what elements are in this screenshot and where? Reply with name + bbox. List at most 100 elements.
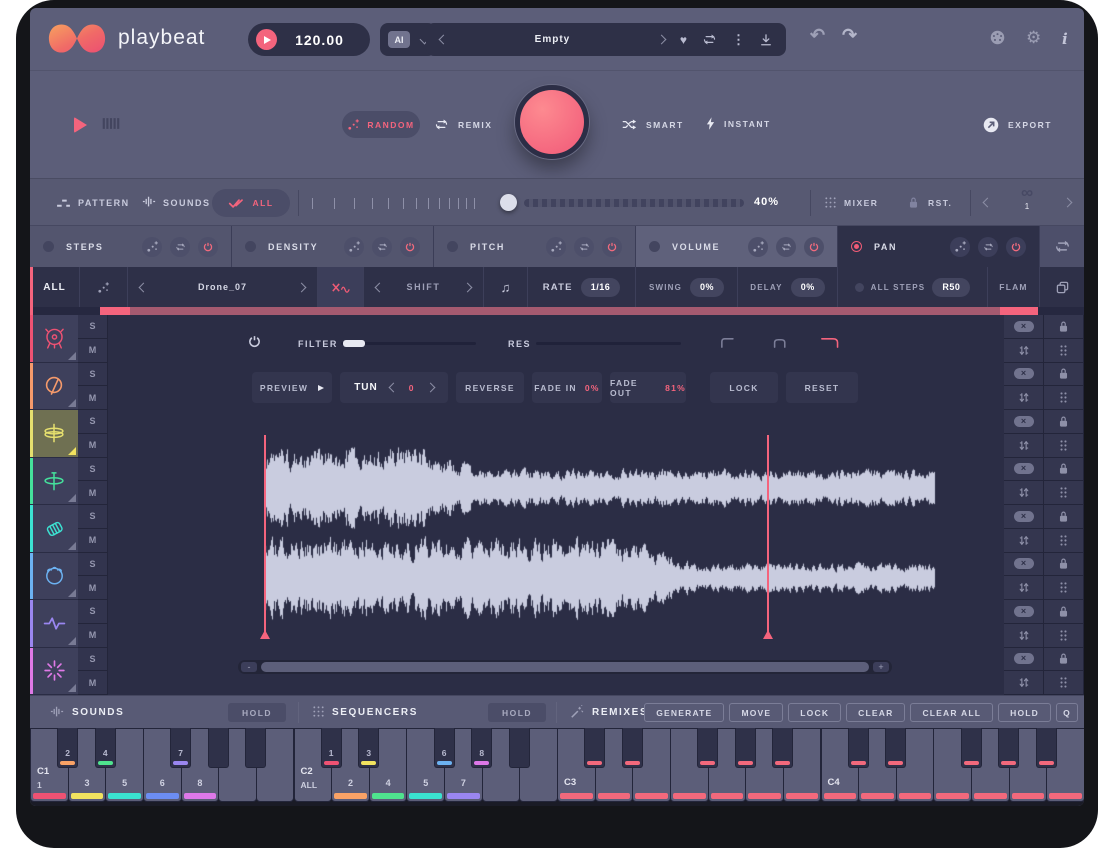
swing-value[interactable]: 0% <box>690 278 724 297</box>
bpm-value[interactable]: 120.00 <box>277 32 362 48</box>
preset-next-icon[interactable] <box>656 35 666 45</box>
solo-button-3[interactable]: S <box>78 410 108 434</box>
black-key[interactable] <box>245 728 266 768</box>
sort-sample-button-3[interactable] <box>1004 434 1044 458</box>
filter-slider[interactable] <box>341 342 476 345</box>
drag-handle-6[interactable] <box>1044 576 1084 600</box>
pattern-prev-icon[interactable] <box>983 198 993 208</box>
black-key[interactable] <box>1036 728 1057 768</box>
sample-start-marker[interactable] <box>264 435 266 637</box>
tab-steps[interactable]: STEPS <box>30 226 232 267</box>
tab-loop-icon[interactable] <box>776 237 796 257</box>
drag-handle-8[interactable] <box>1044 671 1084 695</box>
black-key[interactable]: 8 <box>471 728 492 768</box>
save-preset-icon[interactable] <box>760 34 772 46</box>
tab-power-icon[interactable] <box>400 237 420 257</box>
all-steps-dot[interactable] <box>855 283 864 292</box>
mute-button-3[interactable]: M <box>78 434 108 458</box>
tab-power-icon[interactable] <box>602 237 622 257</box>
black-key[interactable] <box>961 728 982 768</box>
clear-sample-button-4[interactable]: × <box>1004 458 1044 482</box>
sample-prev-icon[interactable] <box>139 282 149 292</box>
export-button[interactable]: EXPORT <box>983 117 1052 133</box>
black-key[interactable] <box>848 728 869 768</box>
lock-sample-button-3[interactable] <box>1044 410 1084 434</box>
filter-highpass-icon[interactable] <box>820 335 844 350</box>
redo-icon[interactable]: ↷ <box>842 26 857 44</box>
random-button[interactable]: RANDOM <box>342 111 420 138</box>
solo-button-8[interactable]: S <box>78 648 108 672</box>
amount-slider-track[interactable] <box>524 199 744 207</box>
sort-sample-button-6[interactable] <box>1004 576 1044 600</box>
reverse-button[interactable]: REVERSE <box>456 372 524 403</box>
instant-button[interactable]: INSTANT <box>706 117 771 130</box>
tab-loop-icon[interactable] <box>372 237 392 257</box>
sort-sample-button-7[interactable] <box>1004 624 1044 648</box>
channel-1[interactable] <box>30 315 78 363</box>
bpm-play-icon[interactable] <box>256 29 277 50</box>
tab-radio-icon[interactable] <box>43 241 54 252</box>
preview-button[interactable]: PREVIEW <box>252 372 332 403</box>
amount-slider-knob[interactable] <box>500 194 517 211</box>
black-key[interactable] <box>208 728 229 768</box>
mute-button-5[interactable]: M <box>78 529 108 553</box>
rst-button[interactable]: RST. <box>928 198 952 208</box>
action-clear-all-button[interactable]: CLEAR ALL <box>910 703 993 722</box>
res-slider[interactable] <box>536 342 681 345</box>
slice-mode-button[interactable] <box>318 267 364 307</box>
tab-radio-icon[interactable] <box>447 241 458 252</box>
piano-roll-icon[interactable] <box>102 117 120 130</box>
zoom-out-button[interactable]: - <box>241 662 257 672</box>
sort-sample-button-4[interactable] <box>1004 481 1044 505</box>
channel-3[interactable] <box>30 410 78 458</box>
black-key[interactable]: 1 <box>321 728 342 768</box>
clear-sample-button-6[interactable]: × <box>1004 553 1044 577</box>
all-steps-value[interactable]: R50 <box>932 278 970 297</box>
lock-sample-button-6[interactable] <box>1044 553 1084 577</box>
reset-button[interactable]: RESET <box>786 372 858 403</box>
solo-button-2[interactable]: S <box>78 363 108 387</box>
more-options-icon[interactable]: ⋮ <box>732 33 745 46</box>
solo-button-4[interactable]: S <box>78 458 108 482</box>
tab-volume[interactable]: VOLUME <box>636 226 838 267</box>
clear-sample-button-7[interactable]: × <box>1004 600 1044 624</box>
tab-pitch[interactable]: PITCH <box>434 226 636 267</box>
tab-random-dice-icon[interactable] <box>748 237 768 257</box>
waveform-scrollbar[interactable]: - + <box>238 660 892 674</box>
lock-sample-button-1[interactable] <box>1044 315 1084 339</box>
scrollbar-thumb[interactable] <box>261 662 869 672</box>
trigger-pad-button[interactable] <box>515 85 589 159</box>
sample-name[interactable]: Drone_07 <box>155 282 290 292</box>
sample-end-marker[interactable] <box>767 435 769 637</box>
drag-handle-4[interactable] <box>1044 481 1084 505</box>
clear-sample-button-3[interactable]: × <box>1004 410 1044 434</box>
lock-sample-button-5[interactable] <box>1044 505 1084 529</box>
undo-icon[interactable]: ↶ <box>810 26 825 44</box>
rst-lock-icon[interactable] <box>908 196 919 209</box>
fade-in-control[interactable]: FADE IN 0% <box>532 372 602 403</box>
lock-sample-button-4[interactable] <box>1044 458 1084 482</box>
lock-sample-button-2[interactable] <box>1044 363 1084 387</box>
solo-button-7[interactable]: S <box>78 600 108 624</box>
channel-8[interactable] <box>30 648 78 696</box>
channel-6[interactable] <box>30 553 78 601</box>
filter-bandpass-icon[interactable] <box>770 335 794 350</box>
tab-power-icon[interactable] <box>804 237 824 257</box>
black-key[interactable]: 6 <box>434 728 455 768</box>
drag-handle-5[interactable] <box>1044 529 1084 553</box>
mute-button-1[interactable]: M <box>78 339 108 363</box>
tab-loop-icon[interactable] <box>978 237 998 257</box>
mute-button-6[interactable]: M <box>78 576 108 600</box>
action-clear-button[interactable]: CLEAR <box>846 703 905 722</box>
pattern-loop-indicator[interactable]: ∞ 1 <box>1010 184 1044 211</box>
action-move-button[interactable]: MOVE <box>729 703 783 722</box>
channel-2[interactable] <box>30 363 78 411</box>
clear-sample-button-5[interactable]: × <box>1004 505 1044 529</box>
note-mode-button[interactable]: ♫ <box>484 267 528 307</box>
pattern-next-icon[interactable] <box>1063 198 1073 208</box>
all-steps-control[interactable]: ALL STEPS R50 <box>838 267 988 307</box>
black-key[interactable] <box>622 728 643 768</box>
tab-power-icon[interactable] <box>198 237 218 257</box>
tab-density[interactable]: DENSITY <box>232 226 434 267</box>
channel-4[interactable] <box>30 458 78 506</box>
